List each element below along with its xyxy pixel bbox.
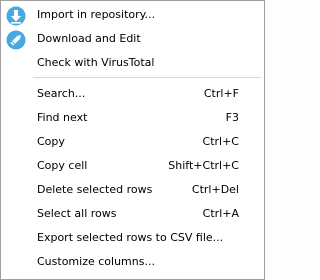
menu-item-copy[interactable]: Copy Ctrl+C — [1, 132, 264, 154]
menu-item-label: Copy — [37, 135, 65, 148]
menu-item-customize-columns[interactable]: Customize columns... — [1, 252, 264, 274]
menu-item-check-with-virustotal[interactable]: Check with VirusTotal — [1, 53, 264, 75]
menu-item-label: Search... — [37, 87, 86, 100]
menu-item-find-next[interactable]: Find next F3 — [1, 108, 264, 130]
menu-item-label: Delete selected rows — [37, 183, 153, 196]
menu-item-import-in-repository[interactable]: Import in repository... — [1, 5, 264, 27]
menu-item-label: Check with VirusTotal — [37, 56, 155, 69]
menu-item-label: Download and Edit — [37, 32, 141, 45]
menu-item-shortcut: Ctrl+C — [202, 135, 239, 148]
menu-item-label: Import in repository... — [37, 8, 156, 21]
menu-item-download-and-edit[interactable]: Download and Edit — [1, 29, 264, 51]
menu-item-export-selected-rows-to-csv[interactable]: Export selected rows to CSV file... — [1, 228, 264, 250]
pencil-icon — [6, 30, 26, 50]
menu-item-label: Copy cell — [37, 159, 88, 172]
context-menu: Import in repository... Download and Edi… — [0, 0, 265, 280]
menu-item-label: Customize columns... — [37, 255, 155, 268]
menu-item-search[interactable]: Search... Ctrl+F — [1, 84, 264, 106]
menu-item-delete-selected-rows[interactable]: Delete selected rows Ctrl+Del — [1, 180, 264, 202]
menu-item-shortcut: F3 — [225, 111, 239, 124]
menu-separator — [33, 77, 261, 78]
menu-item-shortcut: Shift+Ctrl+C — [168, 159, 239, 172]
menu-item-shortcut: Ctrl+Del — [191, 183, 239, 196]
menu-item-copy-cell[interactable]: Copy cell Shift+Ctrl+C — [1, 156, 264, 178]
menu-item-label: Find next — [37, 111, 88, 124]
menu-item-label: Select all rows — [37, 207, 117, 220]
import-arrow-icon — [6, 6, 26, 26]
menu-item-shortcut: Ctrl+A — [202, 207, 239, 220]
menu-item-shortcut: Ctrl+F — [203, 87, 239, 100]
menu-item-select-all-rows[interactable]: Select all rows Ctrl+A — [1, 204, 264, 226]
menu-item-label: Export selected rows to CSV file... — [37, 231, 224, 244]
